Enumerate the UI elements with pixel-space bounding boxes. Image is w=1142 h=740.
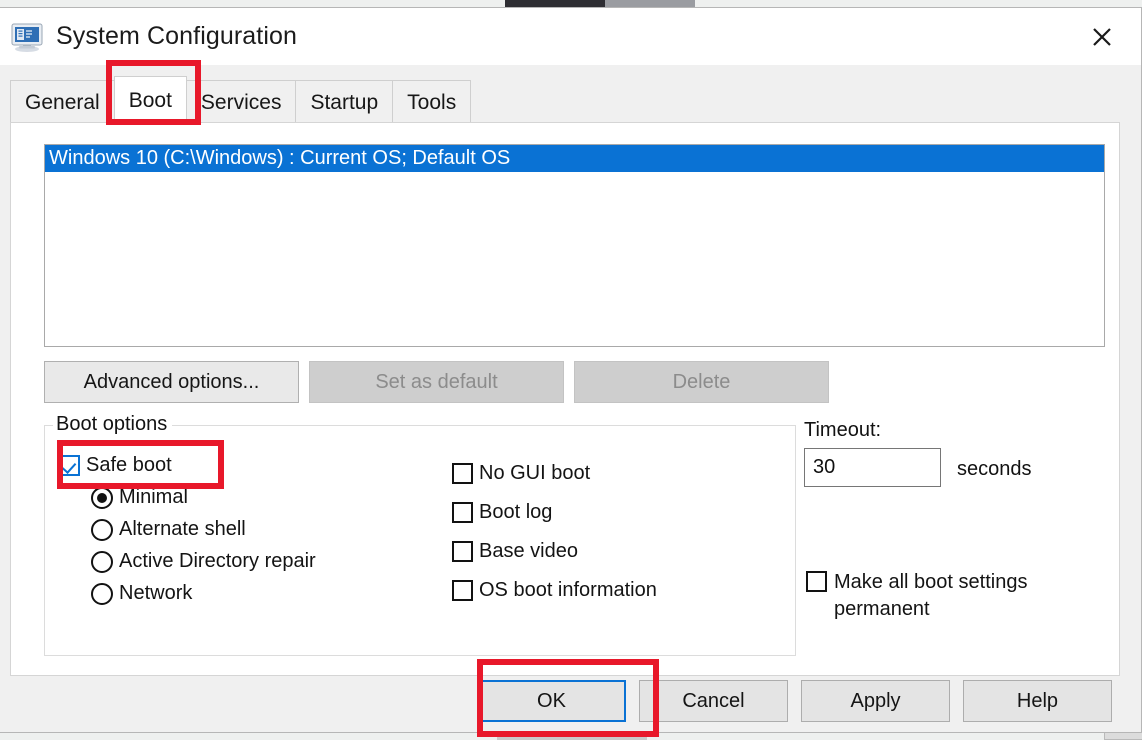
tab-boot-label: Boot [128, 88, 172, 112]
apply-button[interactable]: Apply [801, 680, 950, 722]
tab-general-label: General [25, 90, 100, 114]
title-bar: System Configuration [0, 8, 1141, 65]
os-entries-listbox[interactable]: Windows 10 (C:\Windows) : Current OS; De… [44, 144, 1105, 347]
timeout-value: 30 [813, 456, 836, 478]
tab-strip: General Boot Services Startup Tools [10, 76, 472, 124]
tab-tools[interactable]: Tools [392, 80, 472, 124]
no-gui-boot-checkbox[interactable] [452, 463, 473, 484]
make-permanent-checkbox[interactable] [806, 571, 827, 592]
radio-active-directory-repair-indicator[interactable] [91, 550, 113, 573]
boot-options-legend: Boot options [53, 413, 173, 436]
radio-network[interactable]: Network [91, 582, 316, 605]
os-entry-label: Windows 10 (C:\Windows) : Current OS; De… [49, 147, 511, 169]
ok-button[interactable]: OK [477, 680, 626, 722]
safe-boot-checkbox-row[interactable]: Safe boot [59, 454, 316, 477]
tab-tools-label: Tools [407, 90, 457, 114]
help-button[interactable]: Help [963, 680, 1112, 722]
timeout-input[interactable]: 30 [804, 448, 941, 487]
checkbox-boot-log[interactable]: Boot log [452, 501, 657, 524]
radio-network-indicator[interactable] [91, 582, 113, 605]
checkbox-os-boot-information[interactable]: OS boot information [452, 579, 657, 602]
radio-minimal-label: Minimal [119, 486, 188, 508]
set-as-default-button: Set as default [309, 361, 564, 403]
os-boot-information-checkbox[interactable] [452, 580, 473, 601]
delete-button: Delete [574, 361, 829, 403]
background-footer-fragment [497, 734, 647, 740]
timeout-units-label: seconds [957, 458, 1032, 480]
os-boot-information-label: OS boot information [479, 579, 657, 601]
radio-alternate-shell-label: Alternate shell [119, 518, 246, 540]
tab-services-label: Services [200, 90, 282, 114]
safe-boot-label: Safe boot [86, 454, 172, 476]
window-title: System Configuration [56, 22, 298, 50]
radio-alternate-shell-indicator[interactable] [91, 518, 113, 541]
advanced-options-button[interactable]: Advanced options... [44, 361, 299, 403]
delete-label: Delete [672, 370, 731, 393]
tab-startup[interactable]: Startup [295, 80, 394, 124]
apply-label: Apply [850, 689, 901, 712]
advanced-options-label: Advanced options... [83, 370, 260, 393]
radio-network-label: Network [119, 582, 193, 604]
radio-active-directory-repair[interactable]: Active Directory repair [91, 550, 316, 573]
checkbox-make-all-boot-settings-permanent[interactable]: Make all boot settings permanent [806, 569, 1096, 623]
checkbox-no-gui-boot[interactable]: No GUI boot [452, 462, 657, 485]
radio-alternate-shell[interactable]: Alternate shell [91, 518, 316, 541]
radio-minimal-indicator[interactable] [91, 486, 113, 509]
boot-entry-actions: Advanced options... Set as default Delet… [44, 361, 829, 403]
help-label: Help [1016, 689, 1059, 712]
make-permanent-label: Make all boot settings permanent [834, 571, 1028, 620]
checkbox-base-video[interactable]: Base video [452, 540, 657, 563]
dialog-footer-buttons: OK Cancel Apply Help [477, 680, 1112, 722]
base-video-checkbox[interactable] [452, 541, 473, 562]
system-configuration-icon [10, 20, 44, 54]
no-gui-boot-label: No GUI boot [479, 462, 591, 484]
background-toolbar-fragment [605, 0, 695, 7]
close-icon[interactable] [1063, 8, 1141, 65]
tab-startup-label: Startup [310, 90, 379, 114]
ok-label: OK [537, 689, 566, 712]
timeout-label: Timeout: [804, 419, 882, 441]
boot-log-checkbox[interactable] [452, 502, 473, 523]
safe-boot-column: Safe boot Minimal Alternate shell Active… [59, 454, 316, 614]
radio-minimal[interactable]: Minimal [91, 486, 316, 509]
system-configuration-dialog: System Configuration General Boot Servic… [0, 7, 1142, 733]
boot-log-label: Boot log [479, 501, 553, 523]
boot-options-groupbox: Boot options Safe boot Minimal Alternate… [44, 413, 796, 656]
cancel-button[interactable]: Cancel [639, 680, 788, 722]
safe-boot-mode-radiogroup: Minimal Alternate shell Active Directory… [91, 486, 316, 605]
boot-tab-panel: Windows 10 (C:\Windows) : Current OS; De… [10, 122, 1120, 676]
cancel-label: Cancel [682, 689, 745, 712]
set-as-default-label: Set as default [375, 370, 498, 393]
boot-flags-column: No GUI boot Boot log Base video OS boot … [452, 462, 657, 618]
list-item[interactable]: Windows 10 (C:\Windows) : Current OS; De… [45, 145, 1104, 172]
background-titlebar-fragment [505, 0, 605, 7]
tab-boot[interactable]: Boot [113, 76, 187, 124]
radio-active-directory-repair-label: Active Directory repair [119, 550, 316, 572]
base-video-label: Base video [479, 540, 578, 562]
tab-general[interactable]: General [10, 80, 115, 124]
safe-boot-checkbox[interactable] [59, 455, 80, 476]
tab-services[interactable]: Services [185, 80, 297, 124]
